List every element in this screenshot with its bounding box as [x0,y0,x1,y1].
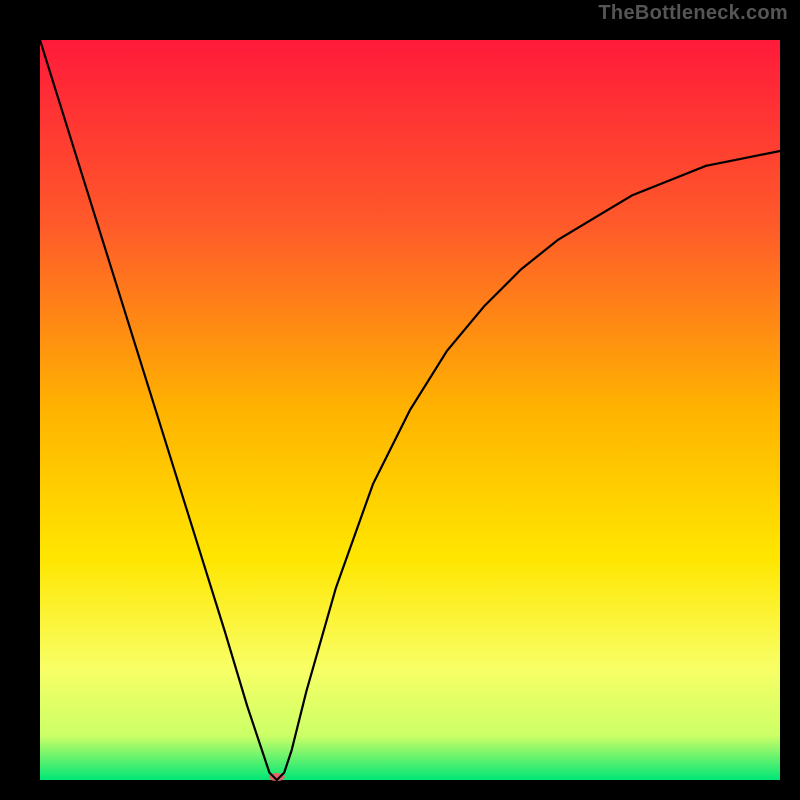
bottleneck-chart [10,20,790,790]
chart-frame [10,20,790,790]
